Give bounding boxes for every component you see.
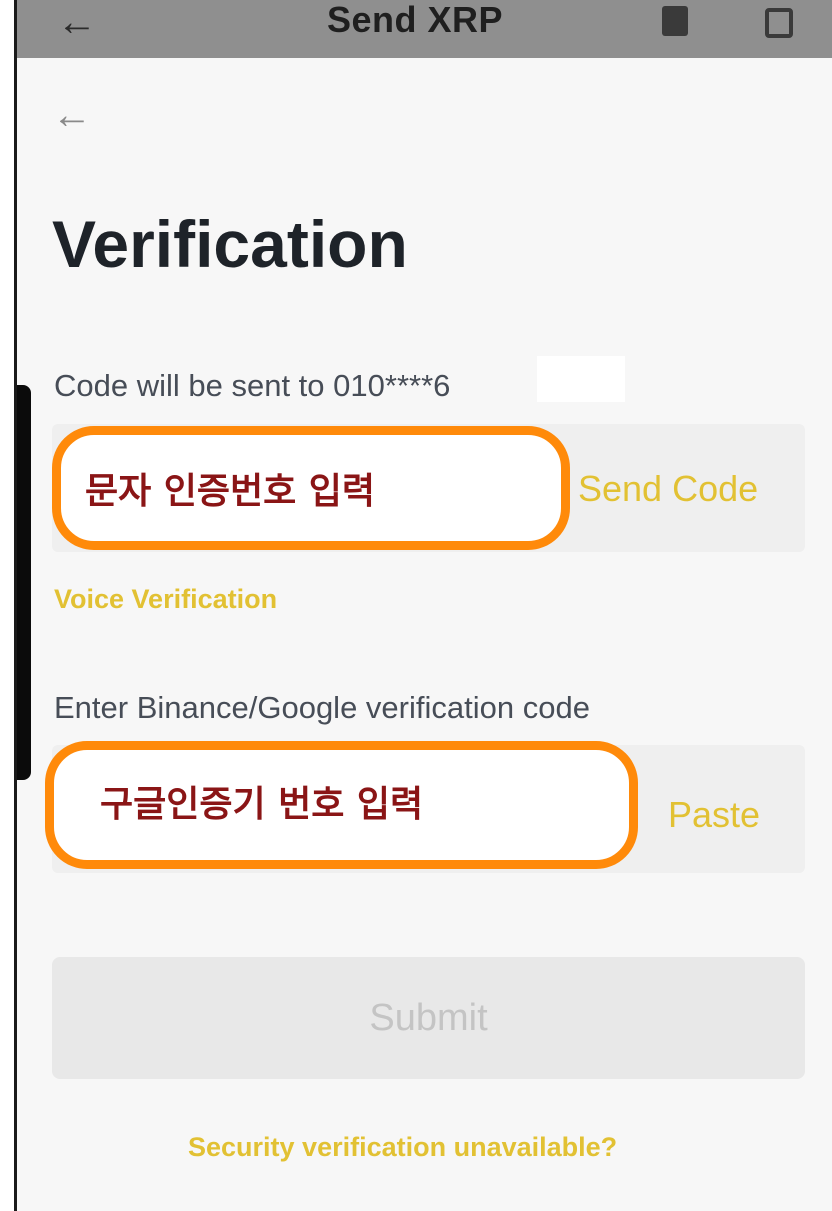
submit-button[interactable]: Submit [52, 957, 805, 1079]
background-title: Send XRP [327, 0, 504, 40]
page-title: Verification [52, 207, 408, 281]
authenticator-annotation-text: 구글인증기 번호 입력 [100, 784, 424, 825]
arrow-left-icon[interactable]: ← [52, 90, 92, 140]
paste-button[interactable]: Paste [668, 793, 760, 837]
document-icon [662, 6, 688, 36]
sms-annotation-text: 문자 인증번호 입력 [85, 471, 376, 512]
send-code-button[interactable]: Send Code [578, 467, 758, 511]
arrow-left-icon: ← [57, 0, 97, 44]
voice-verification-link[interactable]: Voice Verification [54, 582, 277, 616]
screen-left-edge [0, 0, 17, 1211]
history-icon [765, 8, 793, 38]
redaction-mask [537, 356, 625, 402]
side-handle [17, 385, 31, 780]
authenticator-code-label: Enter Binance/Google verification code [54, 690, 590, 725]
sms-code-label: Code will be sent to 010****6 [54, 368, 451, 403]
security-unavailable-link[interactable]: Security verification unavailable? [188, 1130, 617, 1164]
verification-screen: ← Send XRP ← Verification Code will be s… [0, 0, 832, 1211]
background-top-bar: ← Send XRP [17, 0, 832, 58]
